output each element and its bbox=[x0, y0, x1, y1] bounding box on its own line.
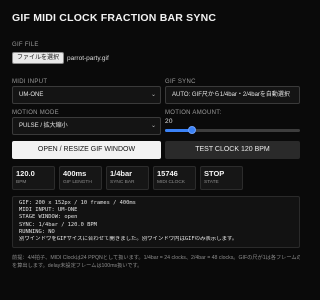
stat-bpm: 120.0 BPM bbox=[12, 166, 55, 190]
motion-amount-slider[interactable] bbox=[165, 124, 300, 136]
slider-thumb[interactable] bbox=[188, 126, 196, 134]
stat-label: GIF LENGTH bbox=[63, 180, 92, 185]
stat-value: 120.0 bbox=[16, 169, 35, 178]
log-line: 別ウインドウをGIFサイズに合わせて開きました。別ウインドウ内はGIFのみ表示し… bbox=[19, 236, 238, 243]
status-log: GIF: 200 x 152px / 10 frames / 400ms MID… bbox=[12, 196, 300, 248]
midi-input-value: UM-ONE bbox=[19, 92, 44, 98]
stat-value: 400ms bbox=[63, 169, 87, 178]
footer-notes: 前提：4/4拍子、MIDI Clockは24 PPQNとして扱います。1/4ba… bbox=[12, 254, 300, 270]
stat-value: STOP bbox=[204, 169, 225, 178]
gif-sync-select[interactable]: AUTO: GIF尺から1/4bar・2/4barを自動選択 bbox=[165, 86, 300, 104]
stat-label: STATE bbox=[204, 180, 219, 185]
motion-mode-label: MOTION MODE bbox=[12, 110, 59, 116]
gif-file-label: GIF FILE bbox=[12, 42, 39, 48]
footer-line: 前提：4/4拍子、MIDI Clockは24 PPQNとして扱います。1/4ba… bbox=[12, 255, 300, 261]
log-line: RUNNING: NO bbox=[19, 228, 55, 235]
stat-gif-length: 400ms GIF LENGTH bbox=[59, 166, 102, 190]
log-line: STAGE WINDOW: open bbox=[19, 214, 78, 221]
stat-midi-clock: 15746 MIDI CLOCK bbox=[153, 166, 196, 190]
stat-value: 15746 bbox=[157, 169, 178, 178]
gif-sync-label: GIF SYNC bbox=[165, 79, 196, 85]
gif-file-picker: ファイルを選択 parrot-party.gif bbox=[12, 52, 109, 64]
motion-mode-value: PULSE / 拡大縮小 bbox=[19, 123, 68, 129]
chevron-down-icon: ⌄ bbox=[150, 123, 156, 129]
stat-value: 1/4bar bbox=[110, 169, 133, 178]
test-clock-button[interactable]: TEST CLOCK 120 BPM bbox=[165, 141, 300, 159]
open-gif-window-button[interactable]: OPEN / RESIZE GIF WINDOW bbox=[12, 141, 161, 159]
choose-file-button[interactable]: ファイルを選択 bbox=[12, 52, 65, 64]
stat-label: SYNC BAR bbox=[110, 180, 135, 185]
stat-label: MIDI CLOCK bbox=[157, 180, 185, 185]
midi-input-label: MIDI INPUT bbox=[12, 79, 48, 85]
stat-state: STOP STATE bbox=[200, 166, 243, 190]
selected-file-name: parrot-party.gif bbox=[67, 54, 109, 62]
footer-line: を算出します。delay未設定フレームは100ms扱いです。 bbox=[12, 263, 143, 269]
log-line: SYNC: 1/4bar / 120.0 BPM bbox=[19, 221, 97, 228]
stat-label: BPM bbox=[16, 180, 27, 185]
motion-amount-label: MOTION AMOUNT: bbox=[165, 110, 222, 116]
gif-sync-value: AUTO: GIF尺から1/4bar・2/4barを自動選択 bbox=[172, 92, 290, 98]
stat-sync-bar: 1/4bar SYNC BAR bbox=[106, 166, 149, 190]
motion-mode-select[interactable]: PULSE / 拡大縮小 ⌄ bbox=[12, 117, 161, 135]
log-line: MIDI INPUT: UM-ONE bbox=[19, 207, 78, 214]
app-root: GIF MIDI CLOCK FRACTION BAR SYNC GIF FIL… bbox=[0, 0, 300, 300]
midi-input-select[interactable]: UM-ONE ⌄ bbox=[12, 86, 161, 104]
stats-row: 120.0 BPM 400ms GIF LENGTH 1/4bar SYNC B… bbox=[12, 166, 243, 190]
page-title: GIF MIDI CLOCK FRACTION BAR SYNC bbox=[12, 12, 217, 24]
chevron-down-icon: ⌄ bbox=[150, 92, 156, 98]
log-line: GIF: 200 x 152px / 10 frames / 400ms bbox=[19, 200, 136, 206]
